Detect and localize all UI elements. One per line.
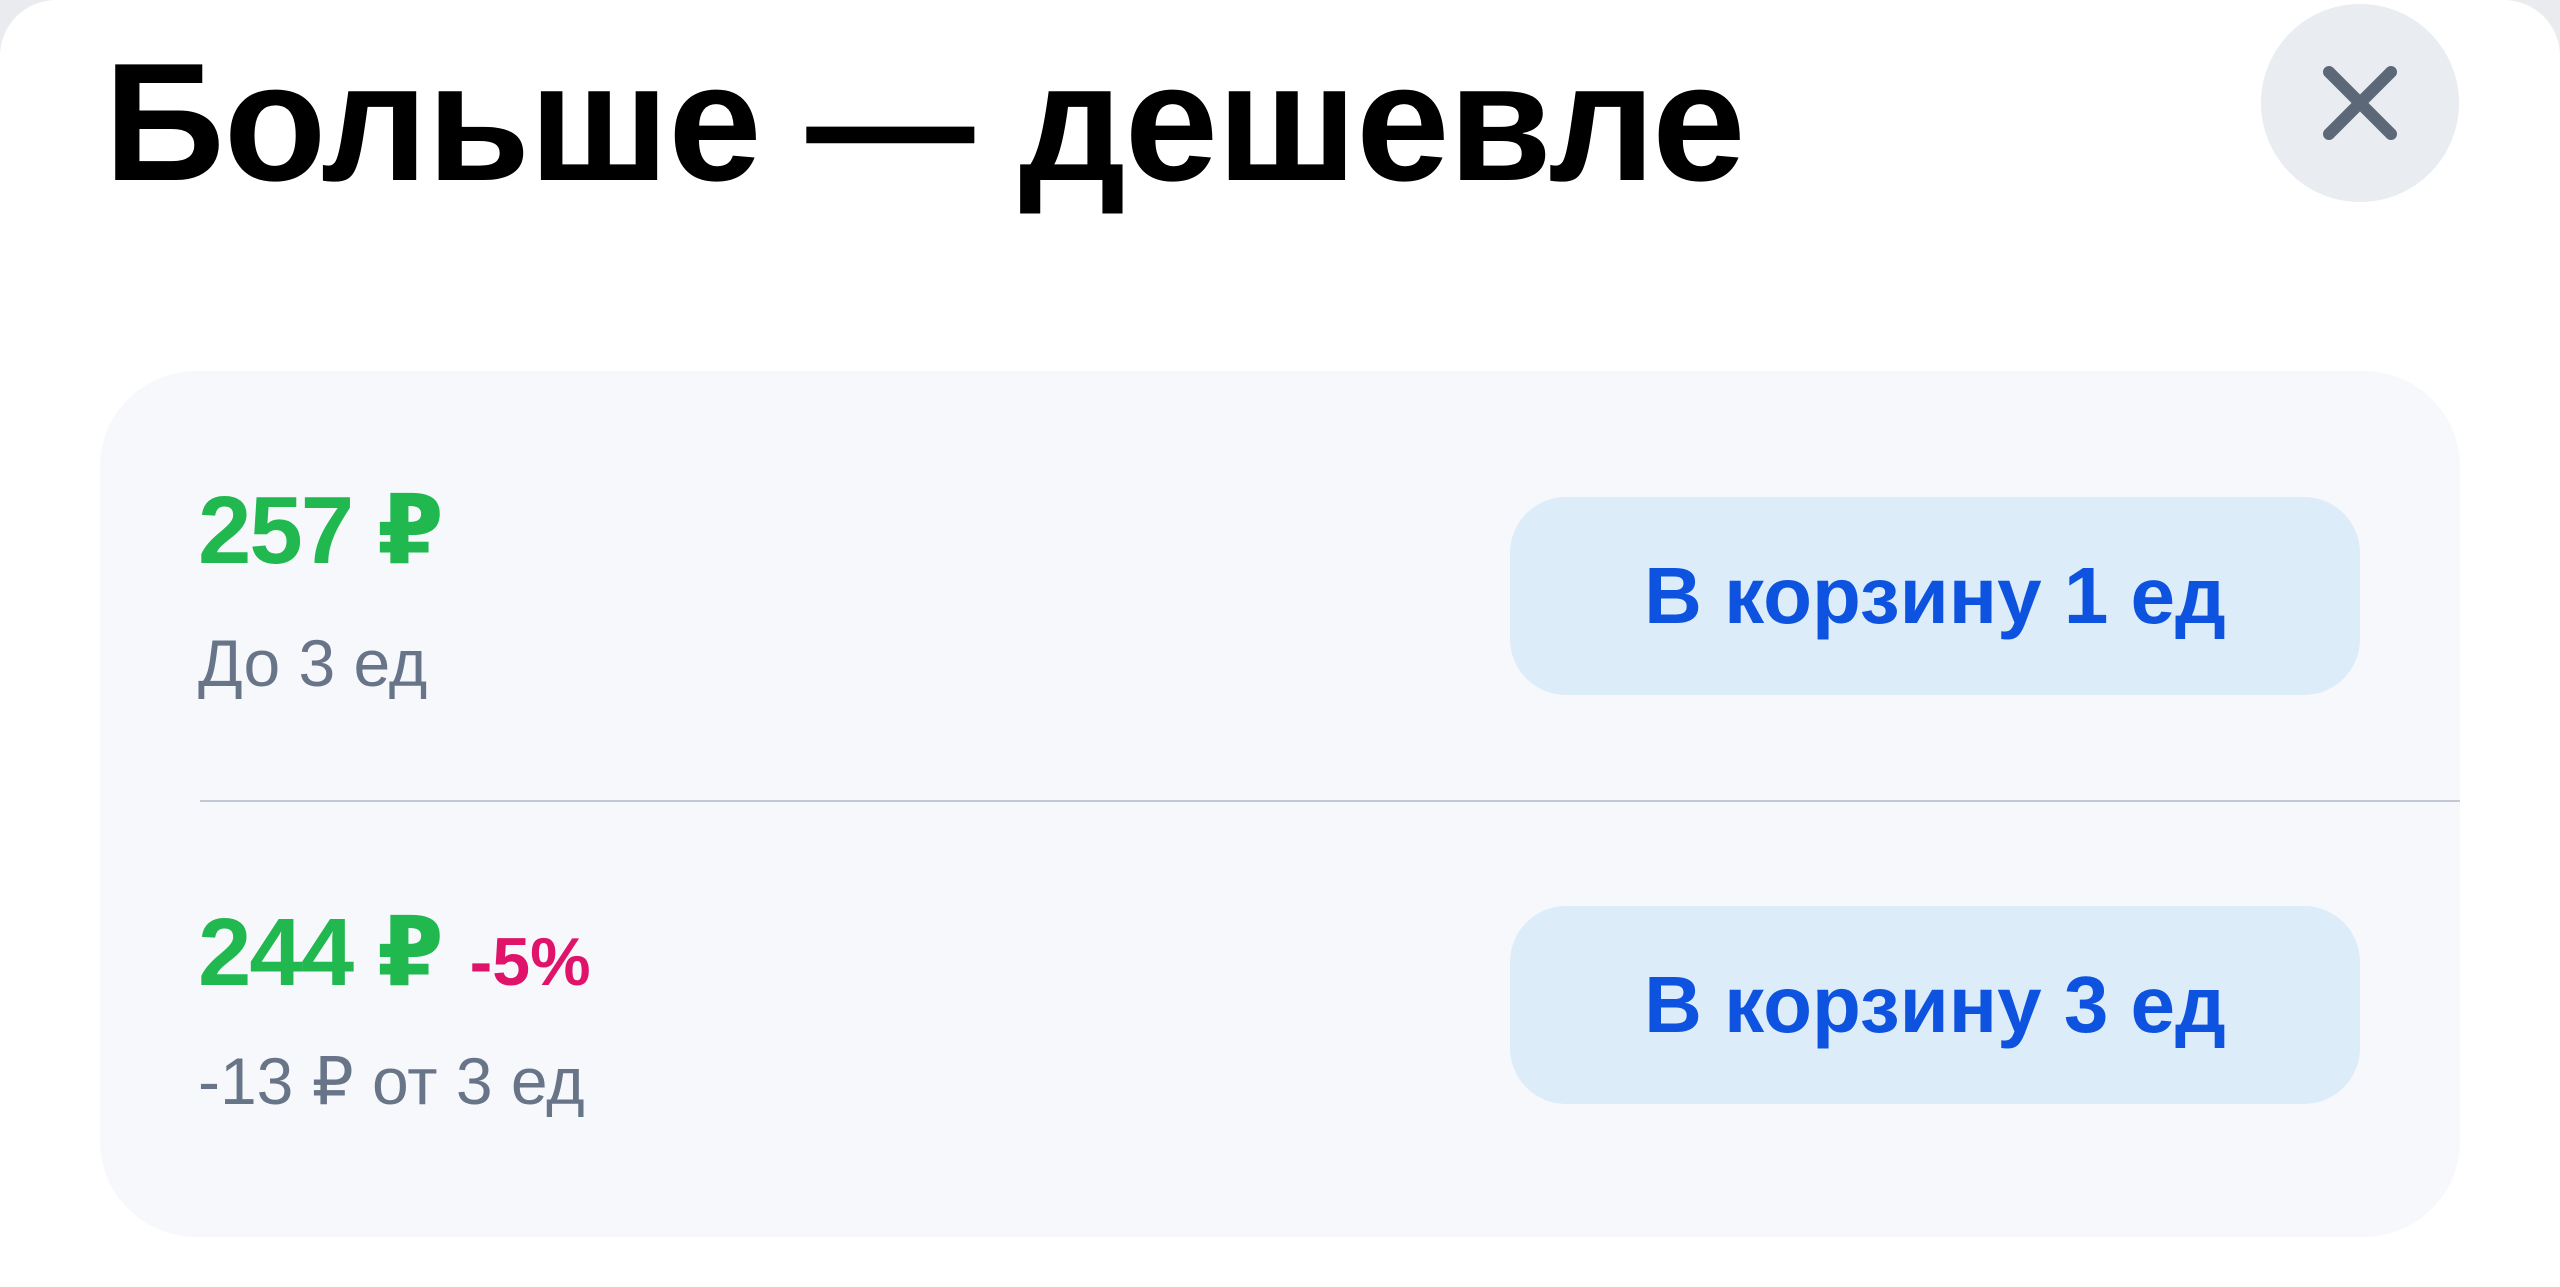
sheet-title: Больше — дешевле — [104, 28, 1746, 216]
tier-condition: До 3 ед — [198, 626, 428, 700]
tier-price: 257 ₽ — [198, 477, 444, 584]
close-button[interactable] — [2261, 4, 2459, 202]
tier-price: 244 ₽ — [198, 899, 444, 1006]
add-to-cart-3-button[interactable]: В корзину 3 ед — [1510, 906, 2360, 1104]
tier-condition: -13 ₽ от 3 ед — [198, 1044, 585, 1118]
price-line: 257 ₽ — [198, 471, 444, 591]
price-tiers-card: 257 ₽ До 3 ед В корзину 1 ед 244 ₽ -5% -… — [100, 371, 2460, 1237]
bulk-discount-sheet: Больше — дешевле 257 ₽ До 3 ед В корзину… — [0, 0, 2560, 1287]
discount-badge: -5% — [469, 924, 591, 1000]
close-icon — [2323, 66, 2397, 140]
price-tier-row: 257 ₽ До 3 ед В корзину 1 ед — [100, 371, 2460, 801]
add-to-cart-1-button[interactable]: В корзину 1 ед — [1510, 497, 2360, 695]
price-tier-row: 244 ₽ -5% -13 ₽ от 3 ед В корзину 3 ед — [100, 801, 2460, 1237]
price-line: 244 ₽ -5% — [198, 893, 591, 1022]
